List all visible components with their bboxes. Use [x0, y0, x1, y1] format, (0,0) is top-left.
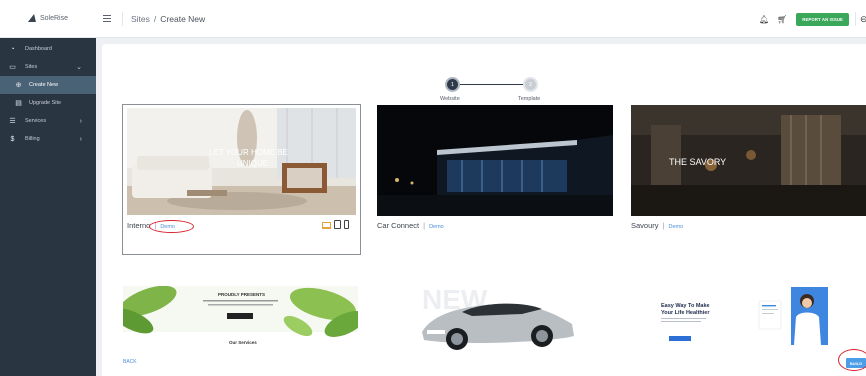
sidebar: SoleRise ◔ Dashboard ▭ Sites ⌄ ⊕ Create …	[0, 0, 96, 376]
create-new-icon: ⊕	[15, 82, 22, 89]
step-label-website: Website	[440, 96, 460, 102]
phone-icon[interactable]	[344, 220, 349, 229]
sidebar-item-label: Billing	[25, 136, 40, 142]
template-name-car-connect: Car Connect | Demo	[377, 221, 444, 230]
template-thumbnail-car[interactable]: NEW	[402, 284, 592, 354]
main-content: 1 2 Website Template LET YOUR HOME BE UN…	[96, 38, 866, 376]
sidebar-item-create-new[interactable]: ⊕ Create New	[0, 76, 96, 94]
sites-icon: ▭	[9, 64, 16, 71]
sidebar-nav: ◔ Dashboard ▭ Sites ⌄ ⊕ Create New ▤ Upg…	[0, 38, 96, 148]
sidebar-item-upgrade-site[interactable]: ▤ Upgrade Site	[0, 94, 96, 112]
breadcrumb-sites[interactable]: Sites	[131, 14, 150, 24]
cart-icon[interactable]: 🛒︎	[777, 15, 787, 24]
template-name-savoury: Savoury | Demo	[631, 221, 683, 230]
thumb-text: Your Life Healthier	[661, 310, 710, 316]
step-website[interactable]: 1	[445, 77, 460, 92]
device-preview-icons	[322, 220, 349, 229]
step-template[interactable]: 2	[523, 77, 538, 92]
app-root: SoleRise ◔ Dashboard ▭ Sites ⌄ ⊕ Create …	[0, 0, 866, 376]
chevron-right-icon: ›	[79, 135, 82, 143]
annotation-oval	[838, 349, 866, 371]
demo-link[interactable]: Demo	[668, 224, 683, 230]
menu-toggle-icon[interactable]	[103, 14, 117, 23]
bell-icon[interactable]: 🔔︎	[759, 15, 769, 24]
topbar-divider	[855, 12, 856, 26]
logo-mark-icon	[28, 14, 37, 23]
template-thumbnail-car-connect[interactable]	[377, 105, 613, 216]
chevron-right-icon: ›	[79, 117, 82, 125]
tablet-icon[interactable]	[334, 220, 341, 229]
dashboard-icon: ◔	[10, 45, 15, 53]
template-title: Savoury	[631, 221, 659, 230]
logo-text: SoleRise	[39, 15, 68, 22]
sidebar-item-dashboard[interactable]: ◔ Dashboard	[0, 40, 96, 58]
template-thumbnail-interno[interactable]: LET YOUR HOME BE UNIQUE	[127, 108, 356, 215]
breadcrumb-separator: /	[153, 13, 157, 24]
sidebar-item-services[interactable]: ☰ Services ›	[0, 112, 96, 130]
template-thumbnail-savoury[interactable]: THE SAVORY	[631, 105, 866, 216]
report-issue-button[interactable]: REPORT AN ISSUE	[796, 12, 849, 26]
billing-icon: $	[10, 135, 15, 143]
stepper: 1 2 Website Template	[440, 77, 545, 107]
demo-link[interactable]: Demo	[429, 224, 444, 230]
annotation-oval	[149, 220, 194, 233]
template-title: Interno	[127, 221, 151, 230]
thumb-text: UNIQUE	[237, 159, 268, 168]
topbar-actions: 🔔︎ 🛒︎ REPORT AN ISSUE ⊖	[759, 0, 866, 38]
sidebar-item-label: Services	[25, 118, 47, 124]
sidebar-item-sites[interactable]: ▭ Sites ⌄	[0, 58, 96, 76]
thumb-text: THE SAVORY	[669, 157, 726, 167]
template-panel: 1 2 Website Template LET YOUR HOME BE UN…	[102, 44, 866, 376]
template-thumbnail-services[interactable]: PROUDLY PRESENTS Our Services	[123, 286, 358, 366]
separator: |	[423, 221, 426, 230]
sidebar-item-billing[interactable]: $ Billing ›	[0, 130, 96, 148]
thumb-text: LET YOUR HOME BE	[209, 148, 288, 157]
step-label-template: Template	[518, 96, 541, 102]
upgrade-icon: ▤	[15, 100, 22, 107]
topbar-divider	[122, 11, 123, 26]
breadcrumb: Sites / Create New	[131, 14, 205, 24]
sidebar-item-label: Create New	[29, 82, 59, 88]
thumb-text: Easy Way To Make	[661, 303, 710, 309]
stepper-line	[460, 84, 523, 86]
template-title: Car Connect	[377, 221, 420, 230]
sidebar-item-label: Dashboard	[25, 46, 52, 52]
topbar: Sites / Create New 🔔︎ 🛒︎ REPORT AN ISSUE…	[96, 0, 866, 38]
template-thumbnail-health[interactable]: Easy Way To Make Your Life Healthier	[631, 287, 828, 349]
chevron-down-icon: ⌄	[76, 64, 82, 71]
separator: |	[662, 221, 665, 230]
thumb-text: PROUDLY PRESENTS	[218, 292, 265, 297]
back-link[interactable]: BACK	[123, 359, 137, 365]
sidebar-item-label: Upgrade Site	[29, 100, 62, 106]
globe-icon[interactable]: ⊖	[860, 14, 866, 25]
breadcrumb-current: Create New	[160, 13, 206, 24]
logo[interactable]: SoleRise	[0, 0, 96, 38]
sidebar-item-label: Sites	[25, 64, 38, 70]
desktop-icon[interactable]	[322, 222, 331, 229]
services-icon: ☰	[9, 118, 16, 125]
thumb-text: Our Services	[229, 340, 257, 345]
